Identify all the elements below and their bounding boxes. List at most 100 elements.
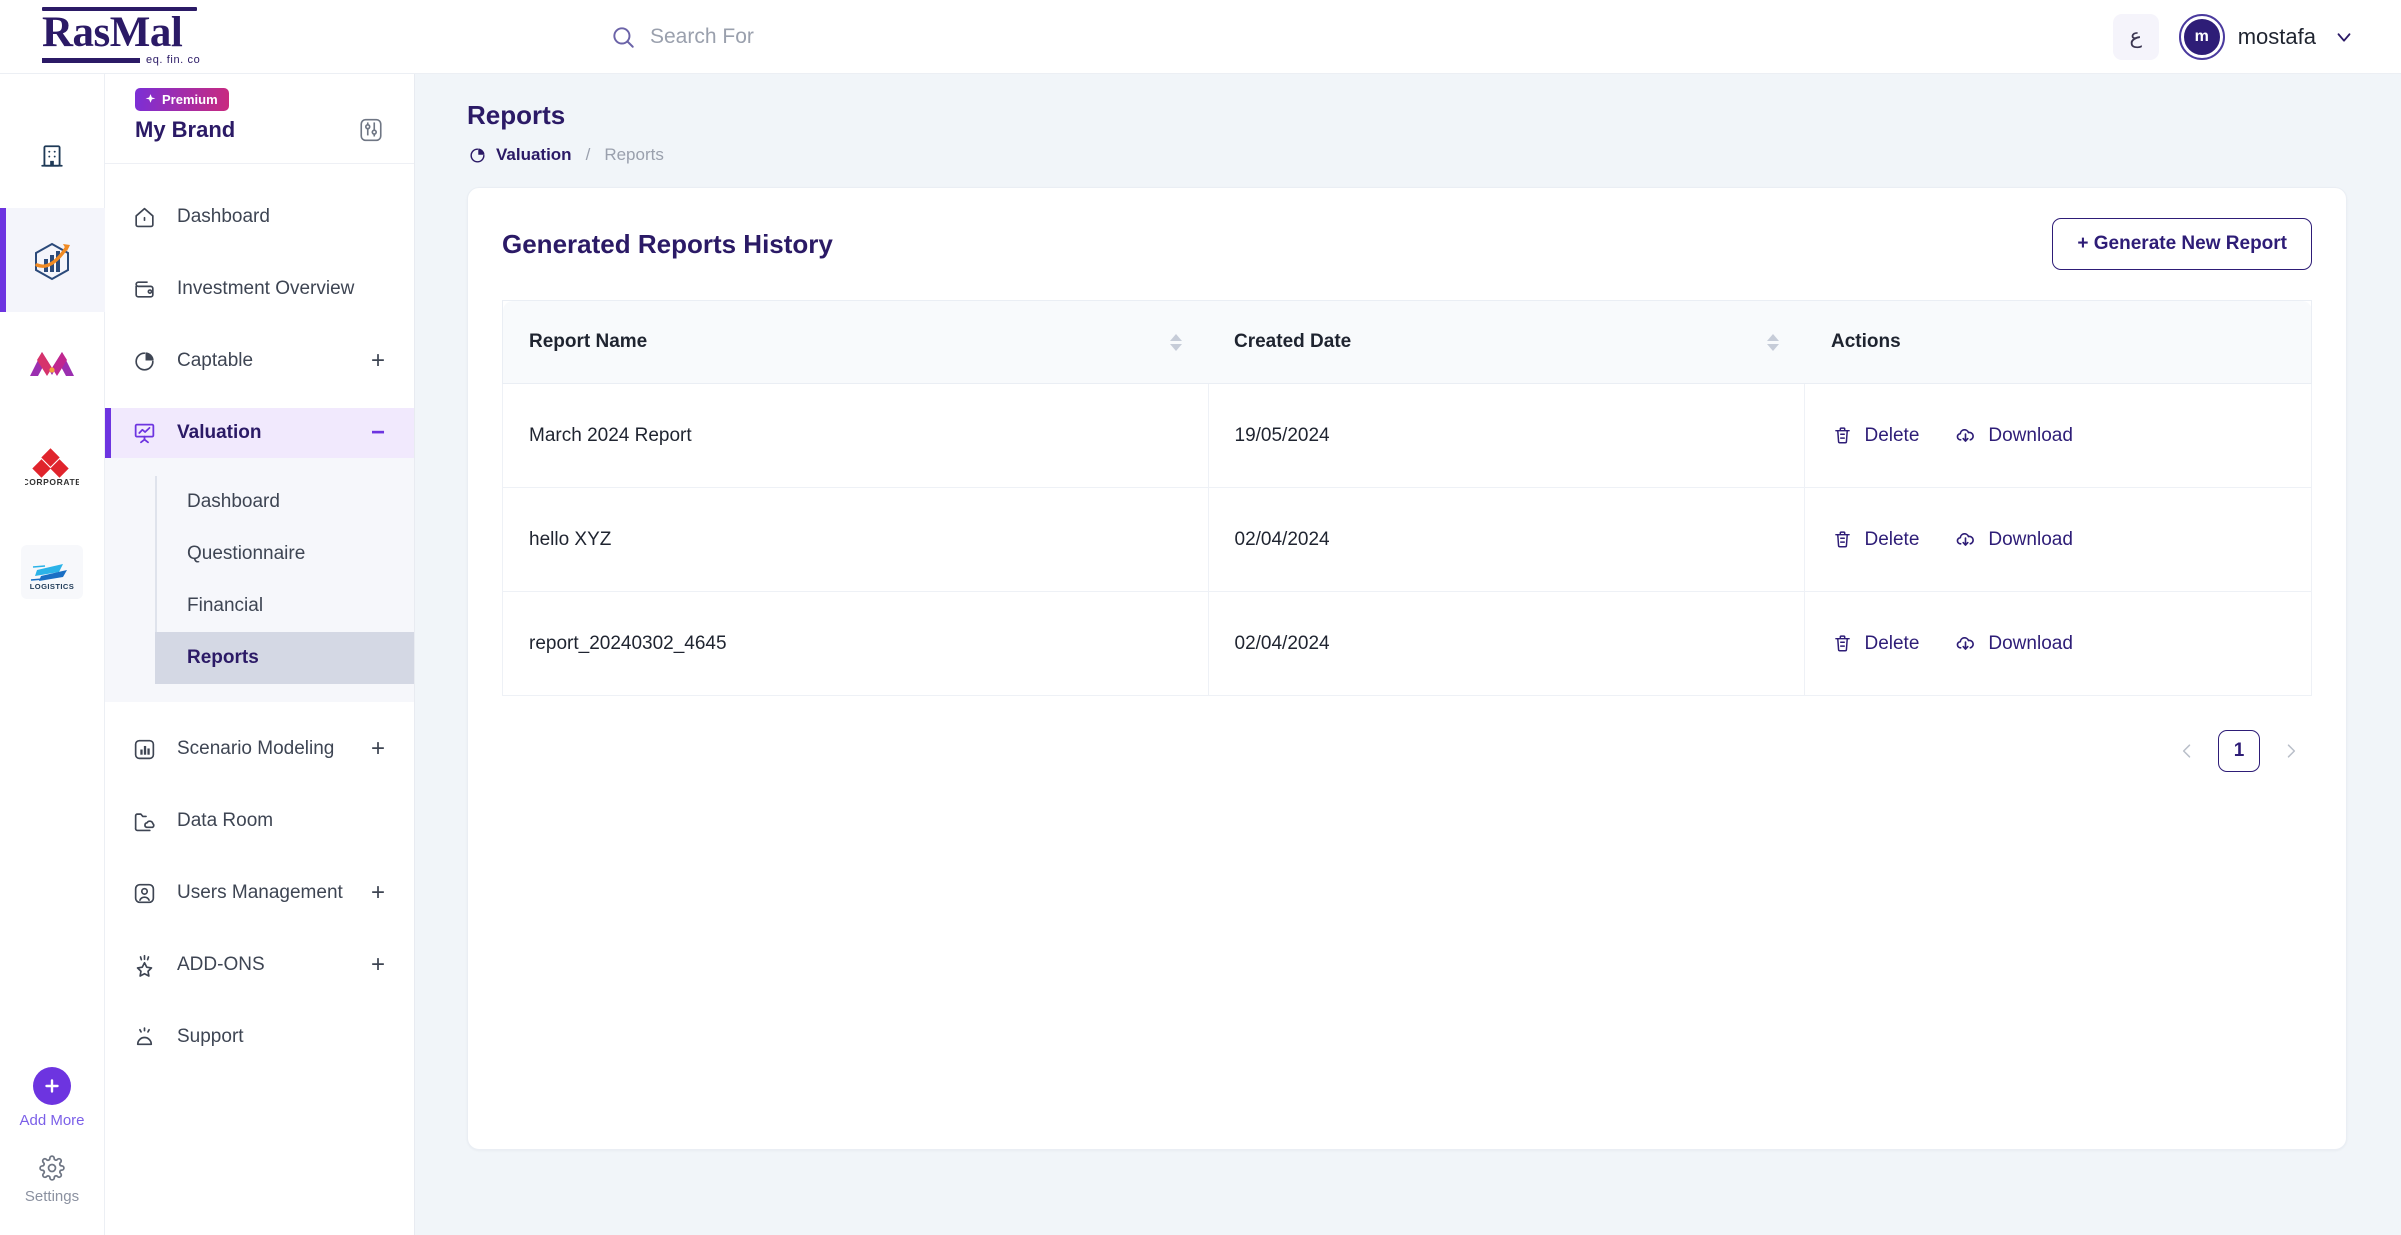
search-icon xyxy=(610,24,636,50)
search-input[interactable]: Search For xyxy=(610,24,754,50)
sidebar-menu: Dashboard Investment Overview Captable +… xyxy=(105,164,414,1235)
application-root: RasMal eq. fin. co Search For ع m mostaf… xyxy=(0,0,2401,1235)
delete-label: Delete xyxy=(1864,424,1920,446)
svg-text:CORPORATE: CORPORATE xyxy=(25,477,79,487)
download-button[interactable]: Download xyxy=(1953,528,2073,552)
sidebar-item-captable[interactable]: Captable + xyxy=(105,336,414,386)
presentation-chart-icon xyxy=(131,420,157,446)
rail-item-company-m[interactable] xyxy=(0,312,105,416)
sliders-settings-icon[interactable] xyxy=(358,117,384,143)
download-button[interactable]: Download xyxy=(1953,632,2073,656)
column-header-label: Report Name xyxy=(529,331,648,352)
column-header-label: Created Date xyxy=(1234,331,1352,352)
app-logo[interactable]: RasMal eq. fin. co xyxy=(0,6,210,66)
wallet-icon xyxy=(131,276,157,302)
sparkle-star-icon xyxy=(143,93,157,107)
sidebar-subitem-financial[interactable]: Financial xyxy=(155,580,414,632)
cloud-download-icon xyxy=(1953,424,1977,448)
sidebar-item-data-room[interactable]: Data Room xyxy=(105,796,414,846)
sidebar-item-support[interactable]: Support xyxy=(105,1012,414,1062)
cloud-download-icon xyxy=(1953,632,1977,656)
expand-add-ons-icon[interactable]: + xyxy=(368,953,388,977)
sort-report-name-icon[interactable] xyxy=(1170,333,1182,351)
gear-icon xyxy=(39,1155,65,1181)
sidebar-item-add-ons[interactable]: ADD-ONS + xyxy=(105,940,414,990)
user-menu[interactable]: m mostafa xyxy=(2178,13,2357,60)
submenu-inner: Dashboard Questionnaire Financial Report… xyxy=(155,476,414,684)
menu-gap xyxy=(105,990,414,1012)
sidebar-subitem-reports[interactable]: Reports xyxy=(155,632,414,684)
add-more-button[interactable]: Add More xyxy=(19,1067,85,1129)
sidebar-item-label: ADD-ONS xyxy=(177,954,265,975)
rail-item-company-corporate[interactable]: CORPORATE xyxy=(0,416,105,520)
breadcrumb-separator: / xyxy=(585,145,591,164)
sidebar-item-label: Captable xyxy=(177,350,254,371)
plus-icon xyxy=(32,1067,71,1105)
cell-actions: Delete Download xyxy=(1804,487,2312,592)
delete-button[interactable]: Delete xyxy=(1831,425,1919,447)
page-title: Reports xyxy=(467,100,566,130)
menu-top-gap xyxy=(105,170,414,192)
expand-scenario-modeling-icon[interactable]: + xyxy=(368,737,388,761)
menu-gap xyxy=(105,774,414,796)
pagination-prev-button[interactable] xyxy=(2172,736,2202,766)
table-head: Report Name Created Date Actions xyxy=(502,300,2312,384)
company-rail: CORPORATE LOGISTICS Add More Settings xyxy=(0,74,105,1235)
company-logo-corporate: CORPORATE xyxy=(21,441,83,495)
table-row: report_20240302_4645 02/04/2024 Delete D… xyxy=(502,591,2312,696)
sidebar-item-users-management[interactable]: Users Management + xyxy=(105,868,414,918)
collapse-valuation-icon[interactable]: − xyxy=(368,421,388,445)
download-label: Download xyxy=(1988,632,2073,654)
search-area: Search For xyxy=(210,24,2113,50)
sidebar-subitem-dashboard[interactable]: Dashboard xyxy=(155,476,414,528)
sidebar-item-label: Investment Overview xyxy=(177,278,355,299)
rail-item-company-logistics[interactable]: LOGISTICS xyxy=(0,520,105,624)
column-header-label: Actions xyxy=(1830,331,1901,352)
trash-icon xyxy=(1831,425,1853,447)
sidebar-item-label: Users Management xyxy=(177,882,343,903)
rail-item-building[interactable] xyxy=(0,104,105,208)
premium-badge-label: Premium xyxy=(162,92,218,107)
delete-button[interactable]: Delete xyxy=(1831,529,1919,551)
sort-created-date-icon[interactable] xyxy=(1766,333,1779,351)
premium-badge: Premium xyxy=(135,88,229,111)
cell-created-date: 02/04/2024 xyxy=(1208,487,1806,592)
sidebar-item-scenario-modeling[interactable]: Scenario Modeling + xyxy=(105,724,414,774)
sidebar-item-investment-overview[interactable]: Investment Overview xyxy=(105,264,414,314)
sidebar-item-dashboard[interactable]: Dashboard xyxy=(105,192,414,242)
valuation-submenu: Dashboard Questionnaire Financial Report… xyxy=(105,458,414,702)
add-more-label: Add More xyxy=(19,1112,85,1129)
pagination-page-1[interactable]: 1 xyxy=(2218,730,2260,772)
avatar: m xyxy=(2178,13,2225,60)
sidebar-item-valuation[interactable]: Valuation − xyxy=(105,408,414,458)
chevron-down-icon xyxy=(2331,24,2357,50)
language-toggle-button[interactable]: ع xyxy=(2112,13,2159,60)
sidebar-subitem-questionnaire[interactable]: Questionnaire xyxy=(155,528,414,580)
menu-gap xyxy=(105,918,414,940)
breadcrumb-current: Reports xyxy=(604,145,664,164)
generate-new-report-button[interactable]: + Generate New Report xyxy=(2052,218,2312,270)
reports-card: Generated Reports History + Generate New… xyxy=(467,187,2347,1150)
column-report-name: Report Name xyxy=(502,300,1208,384)
rail-item-company-active[interactable] xyxy=(0,208,105,312)
folder-cloud-icon xyxy=(131,808,157,834)
top-bar-right: ع m mostafa xyxy=(2112,13,2401,60)
card-header: Generated Reports History + Generate New… xyxy=(502,218,2312,270)
settings-label: Settings xyxy=(24,1188,80,1205)
column-created-date: Created Date xyxy=(1208,300,1805,384)
brand-header: Premium My Brand xyxy=(105,74,414,164)
download-label: Download xyxy=(1988,424,2073,446)
delete-button[interactable]: Delete xyxy=(1831,633,1919,655)
search-placeholder: Search For xyxy=(650,24,754,48)
sidebar-item-label: Dashboard xyxy=(177,206,270,227)
expand-users-management-icon[interactable]: + xyxy=(368,881,388,905)
settings-button[interactable]: Settings xyxy=(25,1155,79,1205)
menu-gap xyxy=(105,242,414,264)
breadcrumb-parent[interactable]: Valuation xyxy=(496,145,572,165)
menu-gap xyxy=(105,314,414,336)
cell-report-name: March 2024 Report xyxy=(502,383,1209,488)
pagination-next-button[interactable] xyxy=(2276,736,2306,766)
expand-captable-icon[interactable]: + xyxy=(368,349,388,373)
download-button[interactable]: Download xyxy=(1953,424,2073,448)
logo-bottom-rule xyxy=(42,58,140,64)
